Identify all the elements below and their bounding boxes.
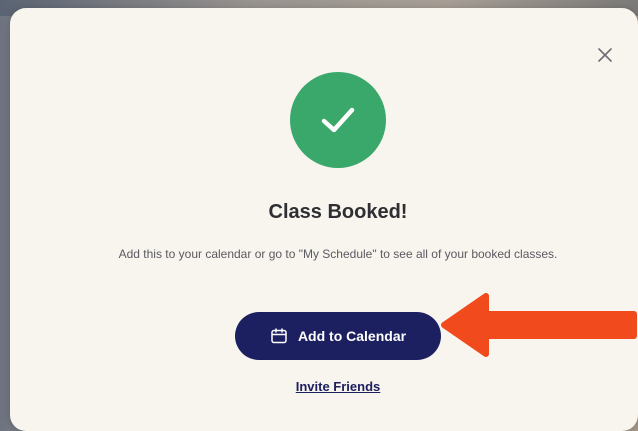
close-icon xyxy=(598,48,612,62)
checkmark-icon xyxy=(321,107,355,133)
add-to-calendar-label: Add to Calendar xyxy=(297,328,407,344)
modal-title: Class Booked! xyxy=(268,201,408,223)
booking-confirmation-modal: Class Booked! Add this to your calendar … xyxy=(10,8,638,431)
calendar-icon xyxy=(270,327,288,345)
success-badge xyxy=(290,72,386,168)
modal-description: Add this to your calendar or go to "My S… xyxy=(118,247,558,261)
close-button[interactable] xyxy=(594,44,616,66)
add-to-calendar-button[interactable]: Add to Calendar xyxy=(235,312,441,360)
invite-friends-link[interactable]: Invite Friends xyxy=(10,379,638,394)
annotation-arrow-icon xyxy=(441,293,637,357)
